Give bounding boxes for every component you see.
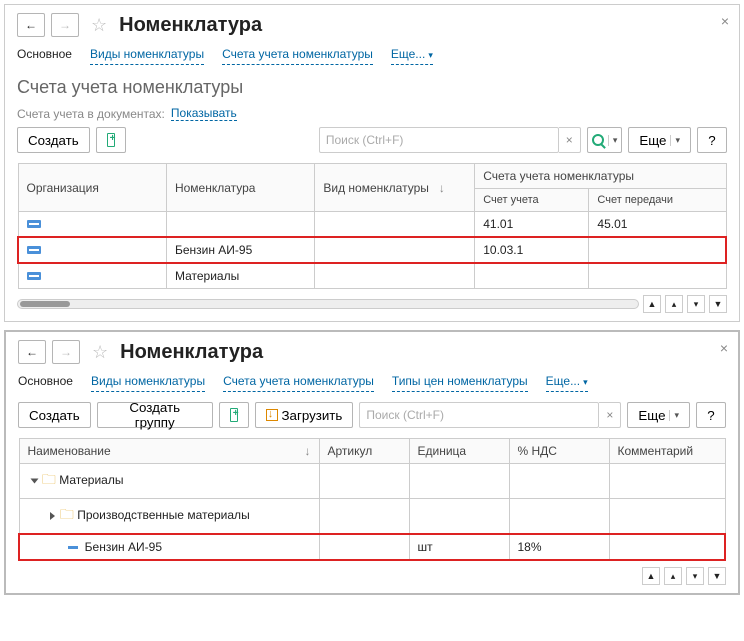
scroll-bottom-button[interactable]: ▼ — [709, 295, 727, 313]
col-type[interactable]: Вид номенклатуры ↓ — [315, 164, 475, 212]
scroll-up-button[interactable]: ▴ — [665, 295, 683, 313]
star-icon[interactable]: ☆ — [91, 15, 107, 36]
clear-search-button[interactable]: × — [559, 127, 581, 153]
help-button[interactable]: ? — [696, 402, 726, 428]
load-button[interactable]: Загрузить — [255, 402, 354, 428]
scroll-bottom-button[interactable]: ▼ — [708, 567, 726, 585]
record-icon — [27, 220, 41, 228]
record-icon — [27, 272, 41, 280]
col-vat[interactable]: % НДС — [509, 439, 609, 464]
scroll-top-button[interactable]: ▲ — [642, 567, 660, 585]
expand-icon[interactable] — [30, 478, 38, 483]
tab-main[interactable]: Основное — [17, 47, 72, 65]
docs-value-link[interactable]: Показывать — [171, 106, 237, 121]
search-input[interactable]: Поиск (Ctrl+F) — [319, 127, 559, 153]
chevron-down-icon: ▾ — [608, 135, 618, 146]
create-copy-button[interactable] — [219, 402, 249, 428]
sort-arrow-icon: ↓ — [305, 444, 311, 458]
sort-arrow-icon: ↓ — [439, 181, 445, 195]
section-subtitle: Счета учета номенклатуры — [17, 77, 727, 98]
page-title: Номенклатура — [119, 14, 262, 37]
create-group-button[interactable]: Создать группу — [97, 402, 213, 428]
table-row[interactable]: Материалы — [18, 263, 726, 289]
doc-plus-icon — [107, 133, 115, 147]
folder-icon: 🗀 — [60, 506, 74, 522]
close-icon[interactable]: × — [720, 340, 728, 356]
doc-plus-icon — [230, 408, 238, 422]
col-unit[interactable]: Единица — [409, 439, 509, 464]
expand-icon[interactable] — [50, 512, 55, 520]
more-button[interactable]: Еще▾ — [628, 127, 691, 153]
tab-more[interactable]: Еще... — [546, 374, 588, 392]
record-icon — [27, 246, 41, 254]
h-scrollbar[interactable] — [17, 299, 639, 309]
create-button[interactable]: Создать — [18, 402, 91, 428]
scroll-down-button[interactable]: ▾ — [686, 567, 704, 585]
page-title: Номенклатура — [120, 341, 263, 364]
scroll-top-button[interactable]: ▲ — [643, 295, 661, 313]
col-comment[interactable]: Комментарий — [609, 439, 725, 464]
tab-accounts[interactable]: Счета учета номенклатуры — [222, 47, 373, 65]
load-icon — [266, 409, 278, 421]
back-button[interactable]: ← — [17, 13, 45, 37]
accounts-table: Организация Номенклатура Вид номенклатур… — [17, 163, 727, 289]
search-button[interactable]: ▾ — [587, 127, 623, 153]
more-button[interactable]: Еще▾ — [627, 402, 690, 428]
forward-button[interactable]: → — [51, 13, 79, 37]
create-copy-button[interactable] — [96, 127, 126, 153]
help-button[interactable]: ? — [697, 127, 727, 153]
tab-pricetypes[interactable]: Типы цен номенклатуры — [392, 374, 528, 392]
tab-more[interactable]: Еще... — [391, 47, 433, 65]
create-button[interactable]: Создать — [17, 127, 90, 153]
col-name[interactable]: Наименование ↓ — [19, 439, 319, 464]
items-table: Наименование ↓ Артикул Единица % НДС Ком… — [18, 438, 726, 561]
folder-icon: 🗀 — [42, 471, 56, 487]
col-nomen[interactable]: Номенклатура — [166, 164, 314, 212]
table-row[interactable]: 41.01 45.01 — [18, 212, 726, 238]
col-acct-group: Счета учета номенклатуры — [475, 164, 726, 189]
col-org[interactable]: Организация — [18, 164, 166, 212]
col-acct[interactable]: Счет учета — [475, 189, 589, 212]
col-transfer[interactable]: Счет передачи — [589, 189, 726, 212]
docs-label: Счета учета в документах: — [17, 107, 165, 121]
back-button[interactable]: ← — [18, 340, 46, 364]
tab-main[interactable]: Основное — [18, 374, 73, 392]
tab-accounts[interactable]: Счета учета номенклатуры — [223, 374, 374, 392]
tree-row[interactable]: 🗀 Производственные материалы — [19, 499, 725, 535]
search-icon — [592, 134, 604, 146]
tab-types[interactable]: Виды номенклатуры — [91, 374, 205, 392]
tree-row[interactable]: Бензин АИ-95 шт 18% — [19, 534, 725, 560]
scroll-up-button[interactable]: ▴ — [664, 567, 682, 585]
table-row[interactable]: Бензин АИ-95 10.03.1 — [18, 237, 726, 263]
clear-search-button[interactable]: × — [599, 402, 621, 428]
tree-row[interactable]: 🗀 Материалы — [19, 464, 725, 499]
close-icon[interactable]: × — [721, 13, 729, 29]
scroll-down-button[interactable]: ▾ — [687, 295, 705, 313]
item-icon — [68, 546, 78, 549]
search-input[interactable]: Поиск (Ctrl+F) — [359, 402, 599, 428]
tab-types[interactable]: Виды номенклатуры — [90, 47, 204, 65]
col-article[interactable]: Артикул — [319, 439, 409, 464]
star-icon[interactable]: ☆ — [92, 342, 108, 363]
forward-button[interactable]: → — [52, 340, 80, 364]
